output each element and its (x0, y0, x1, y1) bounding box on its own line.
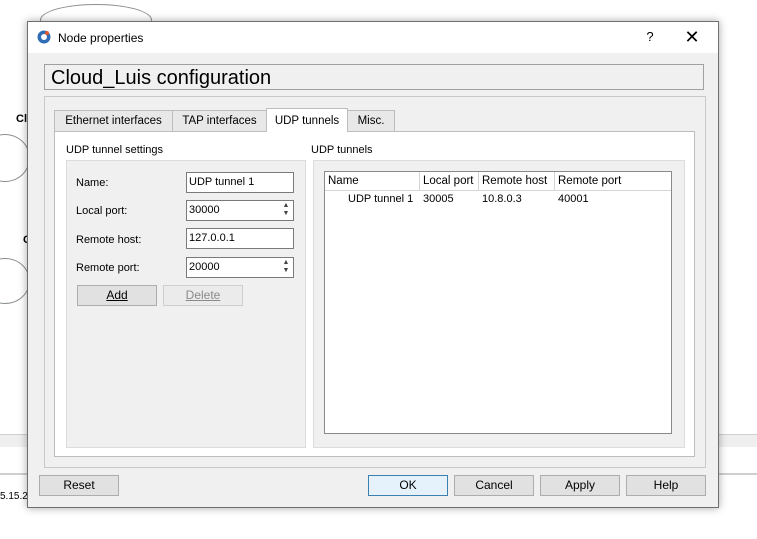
cell-local-port: 30005 (423, 193, 454, 205)
cell-remote-port: 40001 (558, 193, 589, 205)
help-icon[interactable]: ? (642, 29, 658, 44)
dialog-titlebar[interactable]: Node properties ? ✕ (28, 22, 718, 53)
canvas-label-1: Cl (16, 113, 27, 125)
udp-tunnels-table[interactable]: Name Local port Remote host Remote port … (324, 171, 672, 434)
name-label: Name: (76, 177, 109, 189)
config-title: Cloud_Luis configuration (44, 64, 704, 90)
remote-port-value: 20000 (189, 261, 220, 273)
dialog-title: Node properties (58, 31, 144, 45)
remote-port-spinbox[interactable]: 20000 ▲ ▼ (186, 257, 294, 278)
close-icon[interactable]: ✕ (681, 26, 703, 48)
tab-tap-interfaces[interactable]: TAP interfaces (172, 110, 267, 131)
background-status-text: 5.15.2 (0, 491, 28, 502)
tab-misc[interactable]: Misc. (347, 110, 395, 131)
local-port-label: Local port: (76, 205, 128, 217)
ok-button[interactable]: OK (368, 475, 448, 496)
table-header: Name Local port Remote host Remote port (325, 172, 671, 191)
table-row[interactable]: UDP tunnel 1 30005 10.8.0.3 40001 (325, 191, 671, 207)
remote-port-spin-arrows[interactable]: ▲ ▼ (280, 259, 292, 276)
cell-name: UDP tunnel 1 (348, 193, 414, 205)
add-button-label: Add (106, 288, 128, 302)
column-header-name[interactable]: Name (325, 172, 420, 190)
delete-button-label: Delete (185, 288, 221, 302)
tab-label: TAP interfaces (182, 115, 257, 127)
udp-tunnel-settings-title: UDP tunnel settings (66, 144, 164, 156)
name-input[interactable]: UDP tunnel 1 (186, 172, 294, 193)
remote-host-input[interactable]: 127.0.0.1 (186, 228, 294, 249)
reset-button[interactable]: Reset (39, 475, 119, 496)
gns3-app-icon (37, 30, 51, 44)
delete-button[interactable]: Delete (163, 285, 243, 306)
tab-udp-tunnels[interactable]: UDP tunnels (266, 108, 348, 132)
column-header-remote-port[interactable]: Remote port (555, 172, 671, 190)
spin-up-icon[interactable]: ▲ (280, 202, 292, 210)
column-header-remote-host[interactable]: Remote host (479, 172, 555, 190)
udp-tunnels-title: UDP tunnels (311, 144, 373, 156)
local-port-spin-arrows[interactable]: ▲ ▼ (280, 202, 292, 219)
canvas-cloud-left-2 (0, 258, 30, 304)
remote-port-label: Remote port: (76, 262, 140, 274)
udp-tunnel-settings-group: Name: UDP tunnel 1 Local port: 30000 ▲ ▼… (66, 160, 306, 448)
remote-host-label: Remote host: (76, 234, 142, 246)
local-port-spinbox[interactable]: 30000 ▲ ▼ (186, 200, 294, 221)
local-port-value: 30000 (189, 204, 220, 216)
help-button[interactable]: Help (626, 475, 706, 496)
column-header-local-port[interactable]: Local port (420, 172, 479, 190)
tab-label: UDP tunnels (274, 115, 340, 127)
spin-up-icon[interactable]: ▲ (280, 259, 292, 267)
apply-button[interactable]: Apply (540, 475, 620, 496)
cancel-button[interactable]: Cancel (454, 475, 534, 496)
tab-ethernet-interfaces[interactable]: Ethernet interfaces (54, 110, 173, 131)
add-button[interactable]: Add (77, 285, 157, 306)
spin-down-icon[interactable]: ▼ (280, 267, 292, 275)
tab-label: Misc. (357, 115, 385, 127)
node-properties-dialog: Node properties ? ✕ Cloud_Luis configura… (27, 21, 719, 508)
canvas-cloud-left-1 (0, 134, 30, 182)
spin-down-icon[interactable]: ▼ (280, 210, 292, 218)
cell-remote-host: 10.8.0.3 (482, 193, 522, 205)
tab-label: Ethernet interfaces (65, 115, 162, 127)
